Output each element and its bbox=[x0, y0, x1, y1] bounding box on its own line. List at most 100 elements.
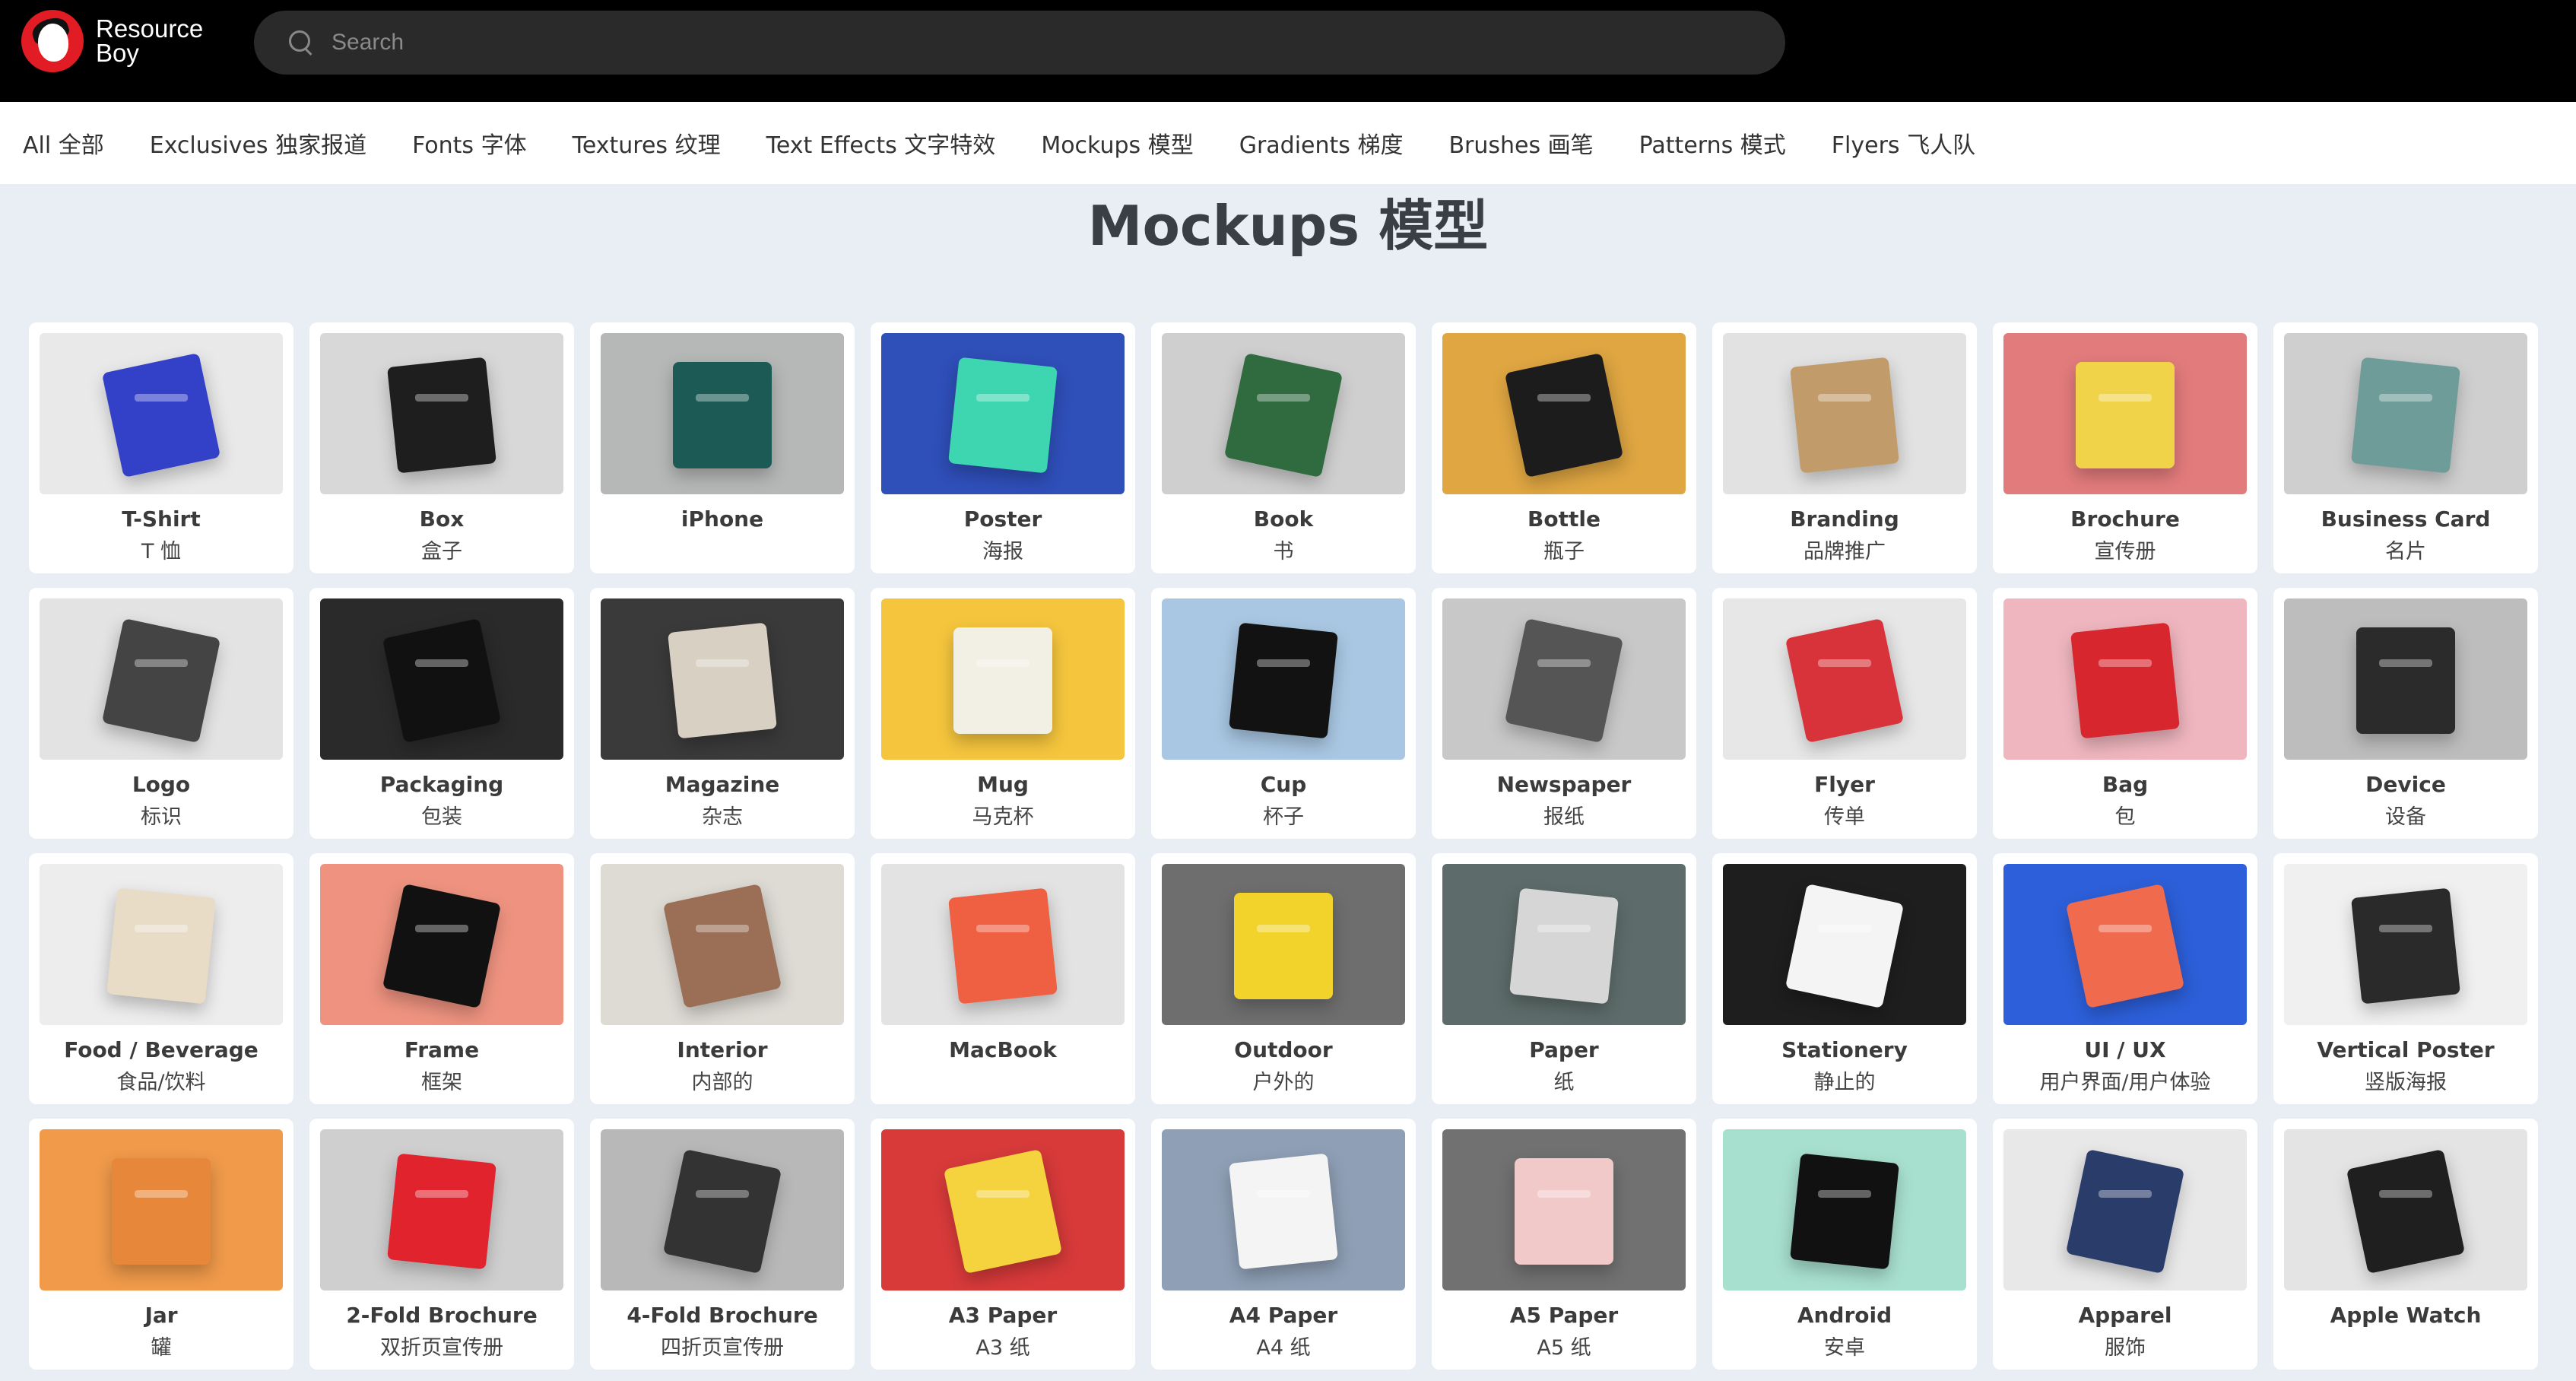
card-outdoor[interactable]: Outdoor 户外的 bbox=[1151, 853, 1416, 1104]
mockup-thumbnail[interactable] bbox=[2284, 333, 2527, 494]
card-subtitle: 四折页宣传册 bbox=[661, 1336, 784, 1360]
mockup-thumbnail[interactable] bbox=[2284, 864, 2527, 1025]
card-macbook[interactable]: MacBook bbox=[871, 853, 1135, 1104]
mockup-thumbnail[interactable] bbox=[320, 864, 563, 1025]
mockup-detail bbox=[1537, 925, 1591, 932]
nav-item-gradients[interactable]: Gradients 梯度 bbox=[1217, 126, 1426, 160]
mockup-thumbnail[interactable] bbox=[2003, 598, 2247, 760]
card-frame[interactable]: Frame 框架 bbox=[309, 853, 574, 1104]
card-mug[interactable]: Mug 马克杯 bbox=[871, 588, 1135, 839]
mockup-thumbnail[interactable] bbox=[1442, 333, 1686, 494]
search-bar[interactable] bbox=[254, 11, 1785, 75]
card-stationery[interactable]: Stationery 静止的 bbox=[1712, 853, 1977, 1104]
card-newspaper[interactable]: Newspaper 报纸 bbox=[1432, 588, 1696, 839]
card-branding[interactable]: Branding 品牌推广 bbox=[1712, 322, 1977, 573]
mockup-thumbnail[interactable] bbox=[881, 1129, 1125, 1291]
mockup-detail bbox=[2379, 394, 2432, 402]
card-book[interactable]: Book 书 bbox=[1151, 322, 1416, 573]
card-title: Paper bbox=[1529, 1037, 1599, 1062]
mockup-thumbnail[interactable] bbox=[881, 333, 1125, 494]
card-2-fold-brochure[interactable]: 2-Fold Brochure 双折页宣传册 bbox=[309, 1119, 574, 1370]
card-a3-paper[interactable]: A3 Paper A3 纸 bbox=[871, 1119, 1135, 1370]
card-logo[interactable]: Logo 标识 bbox=[29, 588, 293, 839]
mockup-thumbnail[interactable] bbox=[1723, 1129, 1966, 1291]
mockup-thumbnail[interactable] bbox=[881, 598, 1125, 760]
card-vertical-poster[interactable]: Vertical Poster 竖版海报 bbox=[2273, 853, 2538, 1104]
card-device[interactable]: Device 设备 bbox=[2273, 588, 2538, 839]
card-box[interactable]: Box 盒子 bbox=[309, 322, 574, 573]
card-bottle[interactable]: Bottle 瓶子 bbox=[1432, 322, 1696, 573]
mockup-detail bbox=[135, 394, 188, 402]
search-input[interactable] bbox=[332, 30, 1700, 56]
card-apple-watch[interactable]: Apple Watch bbox=[2273, 1119, 2538, 1370]
card-iphone[interactable]: iPhone bbox=[590, 322, 855, 573]
category-nav: All 全部 Exclusives 独家报道 Fonts 字体 Textures 纹理… bbox=[0, 102, 2576, 184]
mockup-thumbnail[interactable] bbox=[1162, 1129, 1405, 1291]
card-a4-paper[interactable]: A4 Paper A4 纸 bbox=[1151, 1119, 1416, 1370]
mockup-thumbnail[interactable] bbox=[881, 864, 1125, 1025]
card-ui-ux[interactable]: UI / UX 用户界面/用户体验 bbox=[1993, 853, 2257, 1104]
mockup-thumbnail[interactable] bbox=[320, 598, 563, 760]
card-title: Jar bbox=[144, 1303, 178, 1328]
search-icon[interactable] bbox=[287, 29, 315, 56]
mockup-thumbnail[interactable] bbox=[1723, 598, 1966, 760]
mockup-thumbnail[interactable] bbox=[601, 598, 844, 760]
card-food-beverage[interactable]: Food / Beverage 食品/饮料 bbox=[29, 853, 293, 1104]
mockup-thumbnail[interactable] bbox=[2284, 598, 2527, 760]
card-bag[interactable]: Bag 包 bbox=[1993, 588, 2257, 839]
mockup-object bbox=[382, 884, 502, 1008]
nav-item-fonts[interactable]: Fonts 字体 bbox=[389, 126, 549, 160]
card-subtitle: 竖版海报 bbox=[2365, 1071, 2447, 1094]
card-flyer[interactable]: Flyer 传单 bbox=[1712, 588, 1977, 839]
mockup-thumbnail[interactable] bbox=[1442, 1129, 1686, 1291]
card-brochure[interactable]: Brochure 宣传册 bbox=[1993, 322, 2257, 573]
nav-item-textures[interactable]: Textures 纹理 bbox=[550, 126, 744, 160]
mockup-thumbnail[interactable] bbox=[2003, 333, 2247, 494]
nav-item-text[interactable]: Text Effects 文字特效 bbox=[744, 126, 1019, 160]
card-android[interactable]: Android 安卓 bbox=[1712, 1119, 1977, 1370]
card-t-shirt[interactable]: T-Shirt T 恤 bbox=[29, 322, 293, 573]
mockup-thumbnail[interactable] bbox=[601, 1129, 844, 1291]
card-paper[interactable]: Paper 纸 bbox=[1432, 853, 1696, 1104]
mockup-thumbnail[interactable] bbox=[1162, 864, 1405, 1025]
mockup-detail bbox=[1537, 1190, 1591, 1198]
card-packaging[interactable]: Packaging 包装 bbox=[309, 588, 574, 839]
card-magazine[interactable]: Magazine 杂志 bbox=[590, 588, 855, 839]
mockup-thumbnail[interactable] bbox=[1442, 864, 1686, 1025]
mockup-thumbnail[interactable] bbox=[320, 1129, 563, 1291]
card-a5-paper[interactable]: A5 Paper A5 纸 bbox=[1432, 1119, 1696, 1370]
mockup-thumbnail[interactable] bbox=[40, 598, 283, 760]
mockup-thumbnail[interactable] bbox=[1162, 333, 1405, 494]
card-4-fold-brochure[interactable]: 4-Fold Brochure 四折页宣传册 bbox=[590, 1119, 855, 1370]
mockup-thumbnail[interactable] bbox=[40, 333, 283, 494]
mockup-object bbox=[1229, 622, 1338, 739]
mockup-thumbnail[interactable] bbox=[601, 333, 844, 494]
mockup-thumbnail[interactable] bbox=[2003, 1129, 2247, 1291]
nav-item-exclusives[interactable]: Exclusives 独家报道 bbox=[127, 126, 389, 160]
mockup-thumbnail[interactable] bbox=[40, 1129, 283, 1291]
mockup-thumbnail[interactable] bbox=[1723, 333, 1966, 494]
card-jar[interactable]: Jar 罐 bbox=[29, 1119, 293, 1370]
card-apparel[interactable]: Apparel 服饰 bbox=[1993, 1119, 2257, 1370]
mockup-thumbnail[interactable] bbox=[2284, 1129, 2527, 1291]
card-business-card[interactable]: Business Card 名片 bbox=[2273, 322, 2538, 573]
mockup-thumbnail[interactable] bbox=[1162, 598, 1405, 760]
nav-item-flyers[interactable]: Flyers 飞人队 bbox=[1809, 126, 1998, 160]
mockup-thumbnail[interactable] bbox=[320, 333, 563, 494]
mockup-thumbnail[interactable] bbox=[1442, 598, 1686, 760]
card-poster[interactable]: Poster 海报 bbox=[871, 322, 1135, 573]
card-subtitle: 户外的 bbox=[1252, 1071, 1315, 1094]
mockup-thumbnail[interactable] bbox=[1723, 864, 1966, 1025]
nav-item-mockups[interactable]: Mockups 模型 bbox=[1018, 126, 1216, 160]
mockup-thumbnail[interactable] bbox=[40, 864, 283, 1025]
nav-item-patterns[interactable]: Patterns 模式 bbox=[1616, 126, 1809, 160]
mockup-thumbnail[interactable] bbox=[2003, 864, 2247, 1025]
site-logo[interactable]: Resource Boy bbox=[21, 10, 203, 72]
card-cup[interactable]: Cup 杯子 bbox=[1151, 588, 1416, 839]
nav-item-all[interactable]: All 全部 bbox=[0, 126, 127, 160]
mockup-detail bbox=[415, 659, 468, 667]
nav-item-brushes[interactable]: Brushes 画笔 bbox=[1426, 126, 1616, 160]
card-title: Poster bbox=[963, 506, 1042, 532]
mockup-thumbnail[interactable] bbox=[601, 864, 844, 1025]
card-interior[interactable]: Interior 内部的 bbox=[590, 853, 855, 1104]
